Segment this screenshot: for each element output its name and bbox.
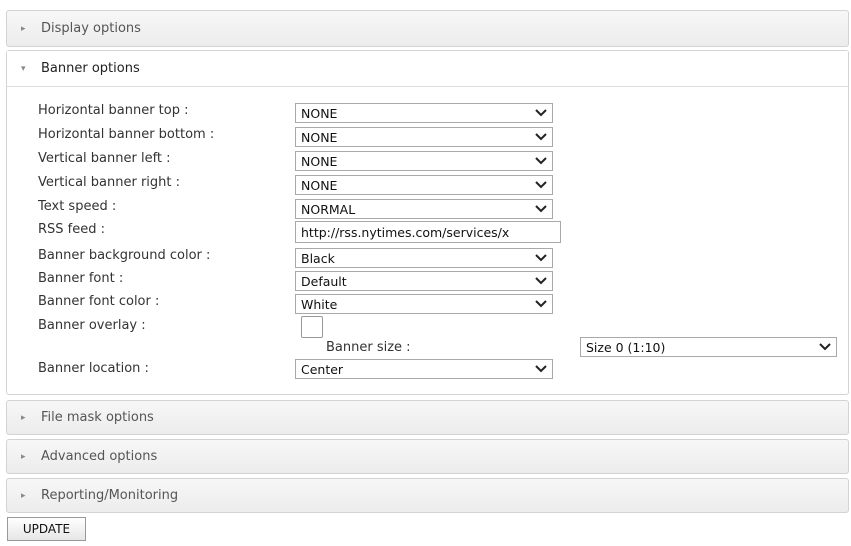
file-mask-options-panel[interactable]: ▸ File mask options	[6, 400, 849, 435]
chevron-right-icon: ▸	[21, 23, 26, 34]
chevron-down-icon	[530, 181, 552, 189]
horizontal-banner-bottom-select[interactable]: NONE	[295, 127, 553, 147]
vertical-banner-left-label: Vertical banner left :	[38, 151, 171, 166]
banner-options-header[interactable]: ▾ Banner options	[7, 51, 848, 87]
chevron-down-icon	[530, 157, 552, 165]
file-mask-options-header[interactable]: ▸ File mask options	[7, 401, 848, 434]
banner-font-color-label: Banner font color :	[38, 294, 160, 309]
chevron-down-icon: ▾	[21, 63, 26, 74]
horizontal-banner-top-label: Horizontal banner top :	[38, 103, 189, 118]
display-options-title: Display options	[41, 21, 141, 36]
banner-location-label: Banner location :	[38, 361, 149, 376]
vertical-banner-right-label: Vertical banner right :	[38, 175, 181, 190]
update-button[interactable]: UPDATE	[7, 517, 86, 541]
banner-background-color-value: Black	[301, 250, 335, 266]
banner-font-select[interactable]: Default	[295, 271, 553, 291]
text-speed-label: Text speed :	[38, 199, 117, 214]
rss-feed-input[interactable]: http://rss.nytimes.com/services/x	[295, 221, 561, 243]
banner-size-value: Size 0 (1:10)	[586, 339, 666, 355]
text-speed-value: NORMAL	[301, 201, 356, 217]
horizontal-banner-top-select[interactable]: NONE	[295, 103, 553, 123]
banner-options-title: Banner options	[41, 61, 140, 76]
banner-font-color-select[interactable]: White	[295, 294, 553, 314]
banner-location-value: Center	[301, 361, 344, 377]
advanced-options-title: Advanced options	[41, 449, 158, 464]
chevron-down-icon	[530, 109, 552, 117]
rss-feed-label: RSS feed :	[38, 222, 106, 237]
banner-size-select[interactable]: Size 0 (1:10)	[580, 337, 837, 357]
chevron-down-icon	[530, 254, 552, 262]
banner-background-color-select[interactable]: Black	[295, 248, 553, 268]
chevron-right-icon: ▸	[21, 412, 26, 423]
banner-font-value: Default	[301, 273, 347, 289]
banner-font-color-value: White	[301, 296, 338, 312]
chevron-down-icon	[530, 365, 552, 373]
chevron-down-icon	[530, 133, 552, 141]
chevron-right-icon: ▸	[21, 490, 26, 501]
chevron-down-icon	[530, 277, 552, 285]
banner-font-label: Banner font :	[38, 271, 124, 286]
advanced-options-header[interactable]: ▸ Advanced options	[7, 440, 848, 473]
chevron-down-icon	[530, 300, 552, 308]
banner-overlay-checkbox[interactable]	[301, 316, 323, 338]
reporting-monitoring-title: Reporting/Monitoring	[41, 488, 179, 503]
vertical-banner-right-value: NONE	[301, 177, 338, 193]
vertical-banner-left-value: NONE	[301, 153, 338, 169]
rss-feed-value: http://rss.nytimes.com/services/x	[301, 224, 510, 240]
chevron-down-icon	[814, 343, 836, 351]
horizontal-banner-bottom-label: Horizontal banner bottom :	[38, 127, 215, 142]
horizontal-banner-bottom-value: NONE	[301, 129, 338, 145]
banner-size-label: Banner size :	[326, 340, 411, 355]
horizontal-banner-top-value: NONE	[301, 105, 338, 121]
text-speed-select[interactable]: NORMAL	[295, 199, 553, 219]
banner-background-color-label: Banner background color :	[38, 248, 211, 263]
display-options-panel[interactable]: ▸ Display options	[6, 10, 849, 47]
reporting-monitoring-header[interactable]: ▸ Reporting/Monitoring	[7, 479, 848, 512]
vertical-banner-left-select[interactable]: NONE	[295, 151, 553, 171]
banner-overlay-label: Banner overlay :	[38, 318, 146, 333]
chevron-right-icon: ▸	[21, 451, 26, 462]
display-options-header[interactable]: ▸ Display options	[7, 11, 848, 46]
chevron-down-icon	[530, 205, 552, 213]
advanced-options-panel[interactable]: ▸ Advanced options	[6, 439, 849, 474]
vertical-banner-right-select[interactable]: NONE	[295, 175, 553, 195]
banner-location-select[interactable]: Center	[295, 359, 553, 379]
reporting-monitoring-panel[interactable]: ▸ Reporting/Monitoring	[6, 478, 849, 513]
file-mask-options-title: File mask options	[41, 410, 154, 425]
